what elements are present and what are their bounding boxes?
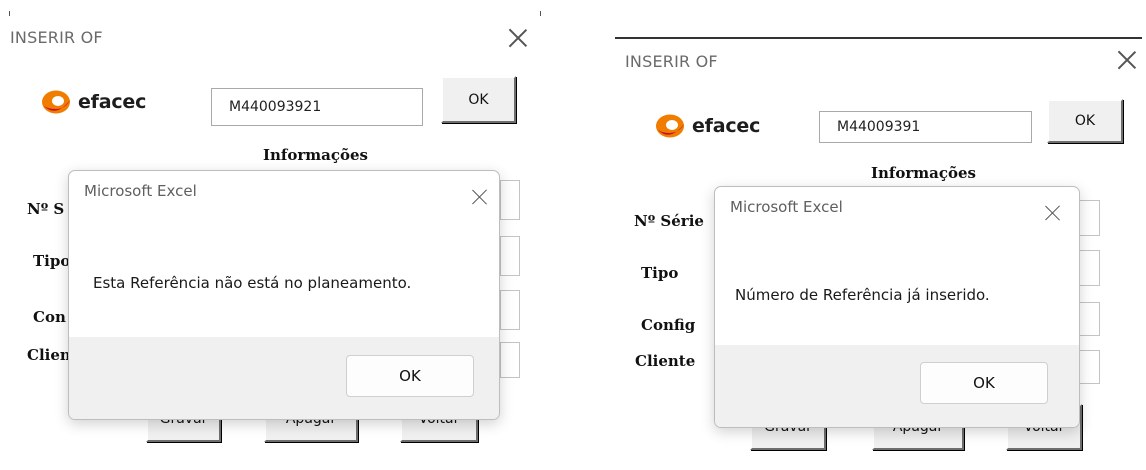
dialog-message: Esta Referência não está no planeamento. [93, 274, 412, 292]
close-icon[interactable] [1116, 49, 1138, 71]
form-title: INSERIR OF [625, 52, 718, 71]
dialog-ok-button[interactable]: OK [920, 362, 1048, 404]
form-title: INSERIR OF [10, 28, 103, 47]
logo-text: efacec [692, 115, 761, 137]
label-tipo: Tipo [641, 264, 679, 282]
tipo-field[interactable] [500, 236, 520, 276]
cliente-field[interactable] [500, 342, 520, 378]
efacec-logo-icon [656, 114, 684, 138]
dialog-close-icon[interactable] [1045, 205, 1061, 221]
right-form-window: INSERIR OF efacec M44009391 OK Informaçõ… [610, 0, 1146, 470]
ok-button[interactable]: OK [1047, 99, 1123, 143]
ok-button[interactable]: OK [441, 76, 516, 123]
excel-message-dialog: Microsoft Excel Esta Referência não está… [68, 170, 500, 420]
window-top-border [615, 37, 1142, 39]
label-cliente: Cliente [635, 352, 696, 370]
config-field[interactable] [500, 290, 520, 330]
reference-input[interactable]: M440093921 [211, 88, 423, 126]
dialog-ok-button[interactable]: OK [346, 355, 474, 397]
reference-input[interactable]: M44009391 [819, 111, 1032, 143]
section-title: Informações [263, 146, 368, 164]
label-tipo: Tipo [33, 252, 71, 270]
window-corner-mark [540, 11, 541, 16]
label-cliente: Clien [27, 346, 71, 364]
logo-text: efacec [78, 91, 147, 113]
serie-field[interactable] [500, 180, 520, 220]
label-config: Con [33, 308, 66, 326]
left-form-window: INSERIR OF efacec M440093921 OK Informaç… [0, 0, 545, 470]
label-serie: Nº Série [634, 212, 704, 230]
excel-message-dialog: Microsoft Excel Número de Referência já … [714, 186, 1080, 428]
efacec-logo-icon [42, 90, 70, 114]
dialog-close-icon[interactable] [472, 189, 488, 205]
section-title: Informações [871, 164, 976, 182]
dialog-title: Microsoft Excel [84, 182, 197, 200]
window-corner-mark [9, 11, 10, 16]
label-config: Config [641, 316, 696, 334]
label-serie: Nº S [27, 200, 65, 218]
efacec-logo: efacec [40, 88, 146, 116]
close-icon[interactable] [507, 27, 529, 49]
efacec-logo: efacec [654, 112, 760, 140]
dialog-message: Número de Referência já inserido. [735, 286, 990, 304]
dialog-title: Microsoft Excel [730, 198, 843, 216]
